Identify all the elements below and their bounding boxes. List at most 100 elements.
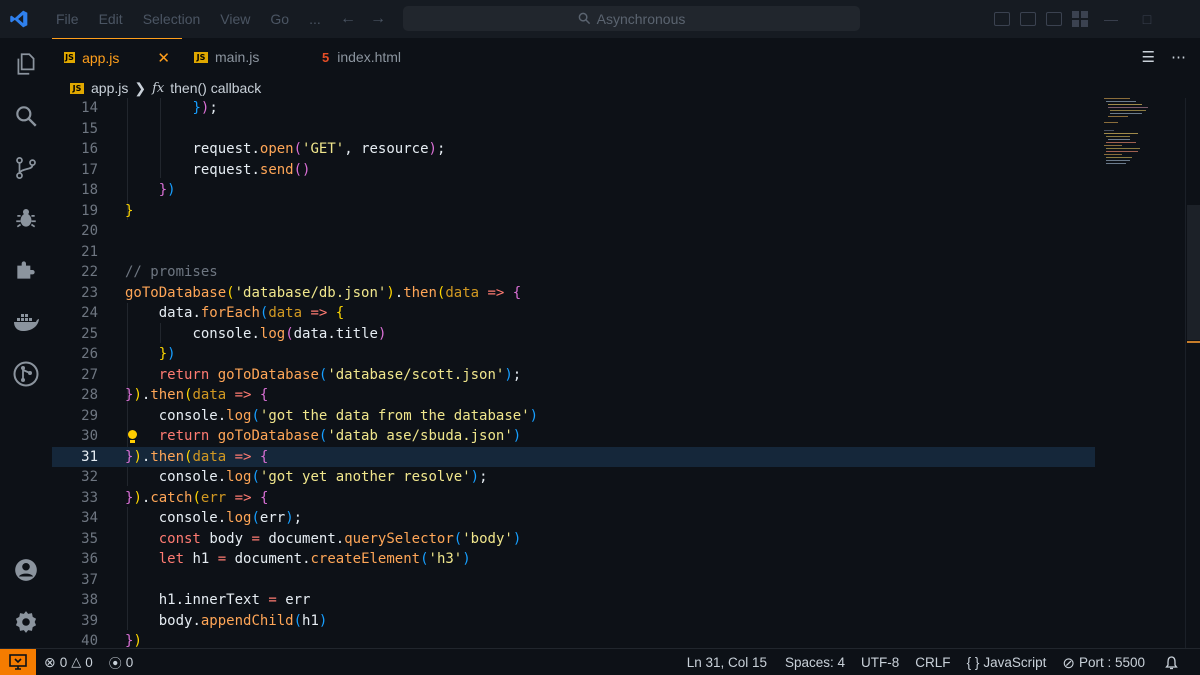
line-number: 26 — [81, 346, 98, 362]
menu-file[interactable]: File — [46, 11, 89, 27]
editor-tabs: JS app.js ✕ JS main.js 5 index.html ☰ ⋯ — [52, 38, 1200, 76]
search-icon — [578, 12, 590, 25]
account-icon[interactable] — [0, 546, 52, 594]
code-text: data.forEach(data => { — [158, 305, 345, 321]
code-line: 18 }) — [52, 180, 1095, 201]
code-text: body.appendChild(h1) — [158, 612, 328, 629]
code-line: 32 console.log('got yet another resolve'… — [52, 467, 1095, 488]
line-number: 31 — [81, 448, 98, 465]
menu-edit[interactable]: Edit — [89, 11, 133, 27]
extensions-icon[interactable] — [0, 246, 52, 294]
code-editor[interactable]: 14 }); 15 16 request.open('GET', resourc… — [52, 98, 1095, 648]
live-server-port[interactable]: ⊘ Port : 5500 — [1054, 654, 1153, 672]
line-number: 30 — [81, 428, 98, 444]
breadcrumb: JS app.js ❯ fx then() callback — [70, 78, 261, 98]
ports-indicator[interactable]: ⦿ 0 — [101, 653, 142, 672]
code-text: }).catch(err => { — [125, 489, 269, 506]
code-line: 35 const body = document.querySelector('… — [52, 529, 1095, 550]
remote-icon — [9, 654, 27, 670]
git-graph-icon[interactable] — [0, 350, 52, 398]
forward-arrow-icon[interactable]: → — [370, 10, 386, 28]
source-control-icon[interactable] — [0, 144, 52, 192]
code-text: request.send() — [192, 161, 311, 178]
menu-more[interactable]: ... — [299, 11, 331, 27]
explorer-icon[interactable] — [0, 40, 52, 88]
menu-view[interactable]: View — [210, 11, 260, 27]
line-number: 39 — [81, 612, 98, 629]
line-number: 33 — [81, 489, 98, 506]
maximize-window-icon[interactable]: □ — [1134, 11, 1160, 27]
line-number: 18 — [81, 182, 98, 198]
line-number: 27 — [81, 366, 98, 383]
editor-actions: ☰ ⋯ — [1142, 38, 1186, 76]
code-text: request.open('GET', resource); — [192, 141, 446, 157]
menu-go[interactable]: Go — [260, 11, 299, 27]
open-preview-icon[interactable]: ☰ — [1142, 48, 1155, 66]
warning-icon: △ — [71, 654, 82, 669]
line-number: 25 — [81, 325, 98, 342]
language-mode[interactable]: { } JavaScript — [959, 655, 1055, 670]
code-line: 19} — [52, 201, 1095, 222]
code-line: 24 data.forEach(data => { — [52, 303, 1095, 324]
customize-layout-icon[interactable] — [1072, 11, 1088, 27]
tab-label: app.js — [82, 49, 120, 66]
tab-app-js[interactable]: JS app.js ✕ — [52, 38, 182, 76]
code-text: console.log('got the data from the datab… — [158, 407, 539, 424]
line-number: 24 — [81, 305, 98, 321]
menu-selection[interactable]: Selection — [133, 11, 211, 27]
js-file-icon: JS — [70, 82, 84, 94]
line-number: 21 — [81, 243, 98, 260]
command-center-search[interactable]: Asynchronous — [403, 6, 860, 31]
js-file-icon: JS — [64, 52, 76, 63]
title-bar: File Edit Selection View Go ... ← → Asyn… — [0, 0, 1200, 38]
toggle-sidebar-icon[interactable] — [994, 12, 1010, 26]
line-number: 17 — [81, 161, 98, 178]
minimize-window-icon[interactable]: — — [1098, 11, 1124, 27]
cursor-position[interactable]: Ln 31, Col 15 — [679, 655, 775, 670]
toggle-secondary-sidebar-icon[interactable] — [1046, 12, 1062, 26]
code-line: 26 }) — [52, 344, 1095, 365]
more-actions-icon[interactable]: ⋯ — [1171, 48, 1186, 66]
code-text: h1.innerText = err — [158, 592, 311, 608]
code-line: 14 }); — [52, 98, 1095, 119]
close-icon[interactable]: ✕ — [157, 49, 170, 67]
minimap[interactable] — [1100, 98, 1160, 168]
indentation[interactable]: Spaces: 4 — [775, 655, 853, 670]
code-line: 29 console.log('got the data from the da… — [52, 406, 1095, 427]
status-bar: ⊗ 0 △ 0 ⦿ 0 Ln 31, Col 15 Spaces: 4 UTF-… — [0, 648, 1200, 675]
vscode-logo-icon[interactable] — [0, 0, 38, 38]
code-text: }).then(data => { — [125, 387, 269, 403]
braces-icon: { } — [966, 655, 980, 670]
vertical-scrollbar[interactable] — [1185, 98, 1200, 648]
code-text: let h1 = document.createElement('h3') — [158, 551, 471, 567]
breadcrumb-file[interactable]: app.js — [91, 80, 128, 96]
back-arrow-icon[interactable]: ← — [340, 10, 356, 28]
code-line-current: 31 }).then(data => { — [52, 446, 1095, 467]
activity-bar — [0, 38, 52, 648]
problems-indicator[interactable]: ⊗ 0 △ 0 — [36, 654, 101, 671]
encoding[interactable]: UTF-8 — [853, 655, 907, 670]
scrollbar-thumb[interactable] — [1187, 205, 1200, 340]
ports-count: 0 — [125, 654, 134, 670]
tab-main-js[interactable]: JS main.js — [182, 38, 310, 76]
toggle-panel-icon[interactable] — [1020, 12, 1036, 26]
code-text: }) — [158, 182, 176, 198]
tab-label: main.js — [215, 49, 260, 65]
code-line: 23 goToDatabase('database/db.json').then(… — [52, 283, 1095, 304]
breadcrumb-symbol[interactable]: then() callback — [170, 80, 261, 96]
run-debug-icon[interactable] — [0, 194, 52, 242]
end-of-line[interactable]: CRLF — [907, 655, 958, 670]
search-icon[interactable] — [0, 92, 52, 140]
docker-icon[interactable] — [0, 298, 52, 346]
code-text: } — [125, 202, 134, 219]
line-number: 35 — [81, 530, 98, 547]
language-label: JavaScript — [983, 655, 1047, 670]
notifications-bell-icon[interactable] — [1153, 655, 1186, 670]
code-line: 15 — [52, 119, 1095, 140]
code-line: 39 body.appendChild(h1) — [52, 611, 1095, 632]
settings-gear-icon[interactable] — [0, 598, 52, 646]
tab-index-html[interactable]: 5 index.html — [310, 38, 450, 76]
code-text: }).then(data => { — [125, 448, 269, 465]
code-text: goToDatabase('database/db.json').then(da… — [125, 284, 522, 301]
remote-window-button[interactable] — [0, 648, 36, 675]
